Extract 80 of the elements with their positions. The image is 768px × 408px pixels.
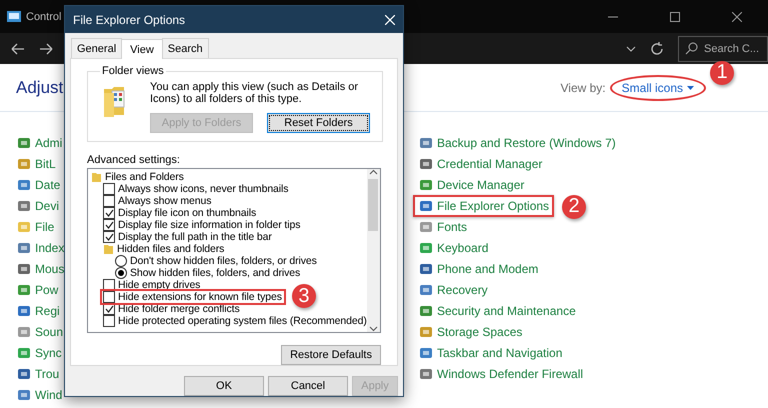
- refresh-icon[interactable]: [650, 42, 664, 56]
- scrollbar[interactable]: [366, 169, 380, 332]
- checkbox[interactable]: [103, 219, 115, 231]
- checkbox[interactable]: [103, 207, 115, 219]
- applet-link[interactable]: Windows Defender Firewall: [437, 366, 584, 380]
- radio-button[interactable]: [115, 267, 127, 279]
- checkbox[interactable]: [103, 231, 115, 243]
- page-heading: Adjust: [16, 78, 64, 98]
- step-badge: 2: [562, 194, 586, 218]
- applet-link[interactable]: Sync: [35, 346, 62, 360]
- back-arrow-icon[interactable]: [10, 42, 25, 56]
- folder-icon: [103, 243, 114, 255]
- window-title: Control: [26, 10, 62, 22]
- chevron-down-icon[interactable]: [626, 44, 636, 54]
- tab[interactable]: General: [71, 38, 122, 58]
- applet-link[interactable]: Storage Spaces: [437, 324, 522, 338]
- search-icon: [685, 42, 698, 55]
- tab[interactable]: Search: [162, 38, 209, 58]
- forward-arrow-icon[interactable]: [39, 42, 54, 56]
- radio-button[interactable]: [115, 255, 127, 267]
- setting-label: Display the full path in the title bar: [118, 231, 272, 243]
- applet-link[interactable]: Taskbar and Navigation: [437, 346, 562, 360]
- setting-label: Always show menus: [118, 195, 212, 207]
- applet-link[interactable]: Soun: [35, 324, 64, 338]
- dialog-button[interactable]: OK: [184, 376, 264, 396]
- setting-label: Display file icon on thumbnails: [118, 207, 256, 219]
- setting-label: Hide protected operating system files (Recommended): [118, 315, 367, 327]
- advanced-settings-label: Advanced settings:: [87, 154, 181, 166]
- folder-icon: [91, 171, 102, 183]
- applet-link[interactable]: Recovery: [437, 282, 488, 296]
- applet-link[interactable]: Pow: [35, 282, 58, 296]
- applet-link[interactable]: Fonts: [437, 220, 468, 234]
- applet-link[interactable]: Admi: [35, 136, 62, 150]
- applet-link[interactable]: Credential Manager: [437, 156, 542, 170]
- setting-label: Display file size information in folder tips: [118, 219, 300, 231]
- step-badge: 3: [292, 284, 316, 308]
- setting-label: Always show icons, never thumbnails: [118, 183, 288, 195]
- applet-link[interactable]: File: [35, 220, 54, 234]
- applet-link[interactable]: Device Manager: [437, 178, 524, 192]
- applet-link[interactable]: Regi: [35, 304, 60, 318]
- setting-label: Hide folder merge conflicts: [118, 303, 240, 315]
- applet-link[interactable]: Mous: [35, 262, 64, 276]
- setting-label: Files and Folders: [105, 171, 184, 183]
- maximize-icon[interactable]: [670, 12, 680, 22]
- applet-link[interactable]: Trou: [35, 366, 60, 380]
- applet-link[interactable]: Phone and Modem: [437, 262, 538, 276]
- setting-label: Hidden files and folders: [117, 243, 224, 255]
- group-title: Folder views: [101, 65, 165, 77]
- control-panel-icon: [6, 8, 22, 24]
- scroll-down-icon: [368, 325, 378, 332]
- checkbox[interactable]: [103, 315, 115, 327]
- checkbox[interactable]: [103, 195, 115, 207]
- applet-link[interactable]: Security and Maintenance: [437, 304, 576, 318]
- tab[interactable]: View: [121, 39, 163, 59]
- view-by-label: View by:: [560, 80, 606, 94]
- setting-label: Hide extensions for known file types: [118, 291, 282, 303]
- restore-defaults-button[interactable]: Restore Defaults: [281, 345, 381, 365]
- close-icon[interactable]: [732, 12, 742, 22]
- caret-icon: [687, 84, 694, 90]
- applet-link[interactable]: File Explorer Options: [437, 198, 550, 212]
- applet-link[interactable]: Backup and Restore (Windows 7): [437, 136, 616, 150]
- dialog-title: File Explorer Options: [73, 12, 186, 26]
- dialog-button[interactable]: Cancel: [268, 376, 348, 396]
- checkbox[interactable]: [103, 183, 115, 195]
- applet-link[interactable]: Devi: [35, 198, 60, 212]
- applet-link[interactable]: BitL: [35, 156, 56, 170]
- scroll-thumb[interactable]: [368, 179, 378, 231]
- setting-label: Don't show hidden files, folders, or drives: [130, 255, 317, 267]
- applet-link[interactable]: Wind: [35, 388, 62, 402]
- scroll-up-icon: [368, 169, 378, 176]
- folder-button[interactable]: Reset Folders: [267, 113, 370, 133]
- search-field[interactable]: Search C...: [678, 36, 768, 62]
- applet-link[interactable]: Keyboard: [437, 240, 488, 254]
- checkbox[interactable]: [103, 291, 115, 303]
- setting-label: Hide empty drives: [118, 279, 200, 291]
- step-badge: 1: [710, 60, 734, 84]
- applet-link[interactable]: Index: [35, 240, 64, 254]
- applet-link[interactable]: Date: [35, 178, 60, 192]
- setting-label: Show hidden files, folders, and drives: [130, 267, 300, 279]
- folder-views-text: You can apply this view (such as Details or Icons) to all folders of this type.: [150, 81, 360, 105]
